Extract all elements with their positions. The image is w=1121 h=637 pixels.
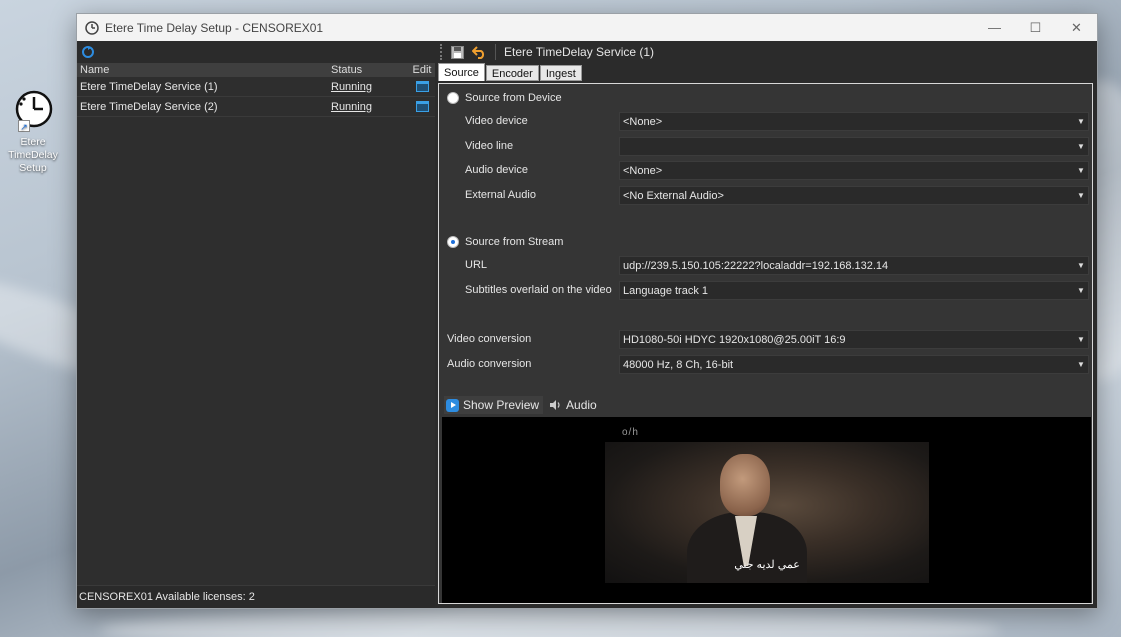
chevron-down-icon: ▼ (1077, 261, 1085, 270)
toolbar-grip[interactable] (440, 44, 443, 60)
video-conversion-label: Video conversion (447, 333, 532, 345)
column-header-status[interactable]: Status (331, 63, 409, 77)
source-from-stream-option[interactable]: Source from Stream (447, 236, 563, 248)
video-line-label: Video line (465, 140, 514, 152)
shortcut-arrow-icon: ↗ (18, 120, 30, 132)
audio-conversion-value: 48000 Hz, 8 Ch, 16-bit (623, 358, 734, 371)
external-audio-label: External Audio (465, 189, 536, 201)
video-conversion-select[interactable]: HD1080-50i HDYC 1920x1080@25.00iT 16:9 ▼ (619, 330, 1089, 349)
edit-service-icon[interactable] (415, 101, 429, 112)
table-row[interactable]: Etere TimeDelay Service (2) Running (77, 97, 435, 117)
audio-conversion-select[interactable]: 48000 Hz, 8 Ch, 16-bit ▼ (619, 355, 1089, 374)
url-label: URL (465, 259, 488, 271)
edit-service-icon[interactable] (415, 81, 429, 92)
play-icon (446, 398, 459, 412)
subtitles-value: Language track 1 (623, 284, 709, 297)
tab-encoder[interactable]: Encoder (485, 65, 539, 81)
column-header-name[interactable]: Name (77, 63, 331, 77)
external-audio-select[interactable]: <No External Audio> ▼ (619, 186, 1089, 205)
source-tab-panel: Source from Device Video device <None> ▼… (438, 83, 1093, 604)
preview-toolbar: Show Preview Audio (444, 396, 597, 414)
status-bar: CENSOREX01 Available licenses: 2 (77, 585, 435, 608)
url-value: udp://239.5.150.105:22222?localaddr=192.… (623, 259, 889, 272)
show-preview-label: Show Preview (463, 398, 540, 412)
app-clock-icon (85, 20, 99, 35)
save-icon[interactable] (449, 44, 465, 60)
desktop-icon-label-1: Etere (20, 136, 46, 148)
desktop-shortcut-etere-timedelay-setup[interactable]: ↗ Etere TimeDelay Setup (4, 90, 62, 175)
source-from-device-radio[interactable] (447, 92, 459, 104)
minimize-button[interactable]: — (974, 14, 1015, 41)
audio-conversion-label: Audio conversion (447, 358, 532, 370)
video-person-head (720, 454, 770, 516)
services-pane: Name Status Edit Etere TimeDelay Service… (77, 41, 435, 608)
service-editor-pane: Etere TimeDelay Service (1) Source Encod… (436, 41, 1097, 608)
chevron-down-icon: ▼ (1077, 360, 1085, 369)
audio-device-label: Audio device (465, 164, 528, 176)
table-row[interactable]: Etere TimeDelay Service (1) Running (77, 77, 435, 97)
audio-label: Audio (566, 398, 597, 412)
toolbar-separator (495, 44, 496, 60)
chevron-down-icon: ▼ (1077, 286, 1085, 295)
video-device-select[interactable]: <None> ▼ (619, 112, 1089, 131)
chevron-down-icon: ▼ (1077, 335, 1085, 344)
maximize-button[interactable]: ☐ (1015, 14, 1056, 41)
audio-button[interactable]: Audio (549, 398, 597, 412)
service-status-link[interactable]: Running (331, 101, 372, 113)
video-subtitle: عمي لديه جني (734, 559, 800, 571)
desktop-icon-label-3: Setup (19, 162, 47, 174)
service-status-link[interactable]: Running (331, 81, 372, 93)
window-title: Etere Time Delay Setup - CENSOREX01 (105, 20, 324, 35)
editor-tabs: Source Encoder Ingest (436, 63, 1097, 81)
chevron-down-icon: ▼ (1077, 117, 1085, 126)
source-from-device-label: Source from Device (465, 92, 562, 104)
close-button[interactable]: ✕ (1056, 14, 1097, 41)
chevron-down-icon: ▼ (1077, 191, 1085, 200)
chevron-down-icon: ▼ (1077, 166, 1085, 175)
video-conversion-value: HD1080-50i HDYC 1920x1080@25.00iT 16:9 (623, 333, 846, 346)
tab-ingest[interactable]: Ingest (539, 65, 582, 81)
subtitles-label: Subtitles overlaid on the video (465, 284, 612, 296)
app-window: Etere Time Delay Setup - CENSOREX01 — ☐ … (76, 13, 1098, 609)
refresh-icon[interactable] (81, 45, 95, 59)
clock-icon: ↗ (12, 90, 54, 132)
tab-source[interactable]: Source (438, 63, 485, 81)
audio-device-value: <None> (623, 164, 663, 177)
column-header-edit[interactable]: Edit (409, 63, 435, 77)
editor-title: Etere TimeDelay Service (1) (504, 45, 655, 59)
service-name: Etere TimeDelay Service (1) (80, 80, 218, 93)
url-select[interactable]: udp://239.5.150.105:22222?localaddr=192.… (619, 256, 1089, 275)
video-device-value: <None> (623, 115, 663, 128)
audio-device-select[interactable]: <None> ▼ (619, 161, 1089, 180)
services-toolbar (77, 41, 435, 63)
video-frame: عمي لديه جني (605, 442, 929, 583)
channel-logo: o/h (622, 427, 639, 438)
subtitles-select[interactable]: Language track 1 ▼ (619, 281, 1089, 300)
video-preview: o/h عمي لديه جني (442, 417, 1091, 603)
wallpaper-swirl (100, 610, 1000, 637)
external-audio-value: <No External Audio> (623, 189, 724, 202)
undo-icon[interactable] (471, 44, 487, 60)
source-from-stream-radio[interactable] (447, 236, 459, 248)
source-from-stream-label: Source from Stream (465, 236, 564, 248)
services-table-header: Name Status Edit (77, 63, 435, 77)
speaker-icon (550, 400, 560, 410)
show-preview-button[interactable]: Show Preview (444, 396, 544, 414)
chevron-down-icon: ▼ (1077, 142, 1085, 151)
source-from-device-option[interactable]: Source from Device (447, 92, 562, 104)
editor-toolbar: Etere TimeDelay Service (1) (436, 41, 1097, 63)
service-name: Etere TimeDelay Service (2) (80, 100, 218, 113)
desktop-icon-label-2: TimeDelay (8, 149, 58, 161)
video-line-select[interactable]: ▼ (619, 137, 1089, 156)
title-bar[interactable]: Etere Time Delay Setup - CENSOREX01 — ☐ … (77, 14, 1097, 41)
video-device-label: Video device (465, 115, 528, 127)
